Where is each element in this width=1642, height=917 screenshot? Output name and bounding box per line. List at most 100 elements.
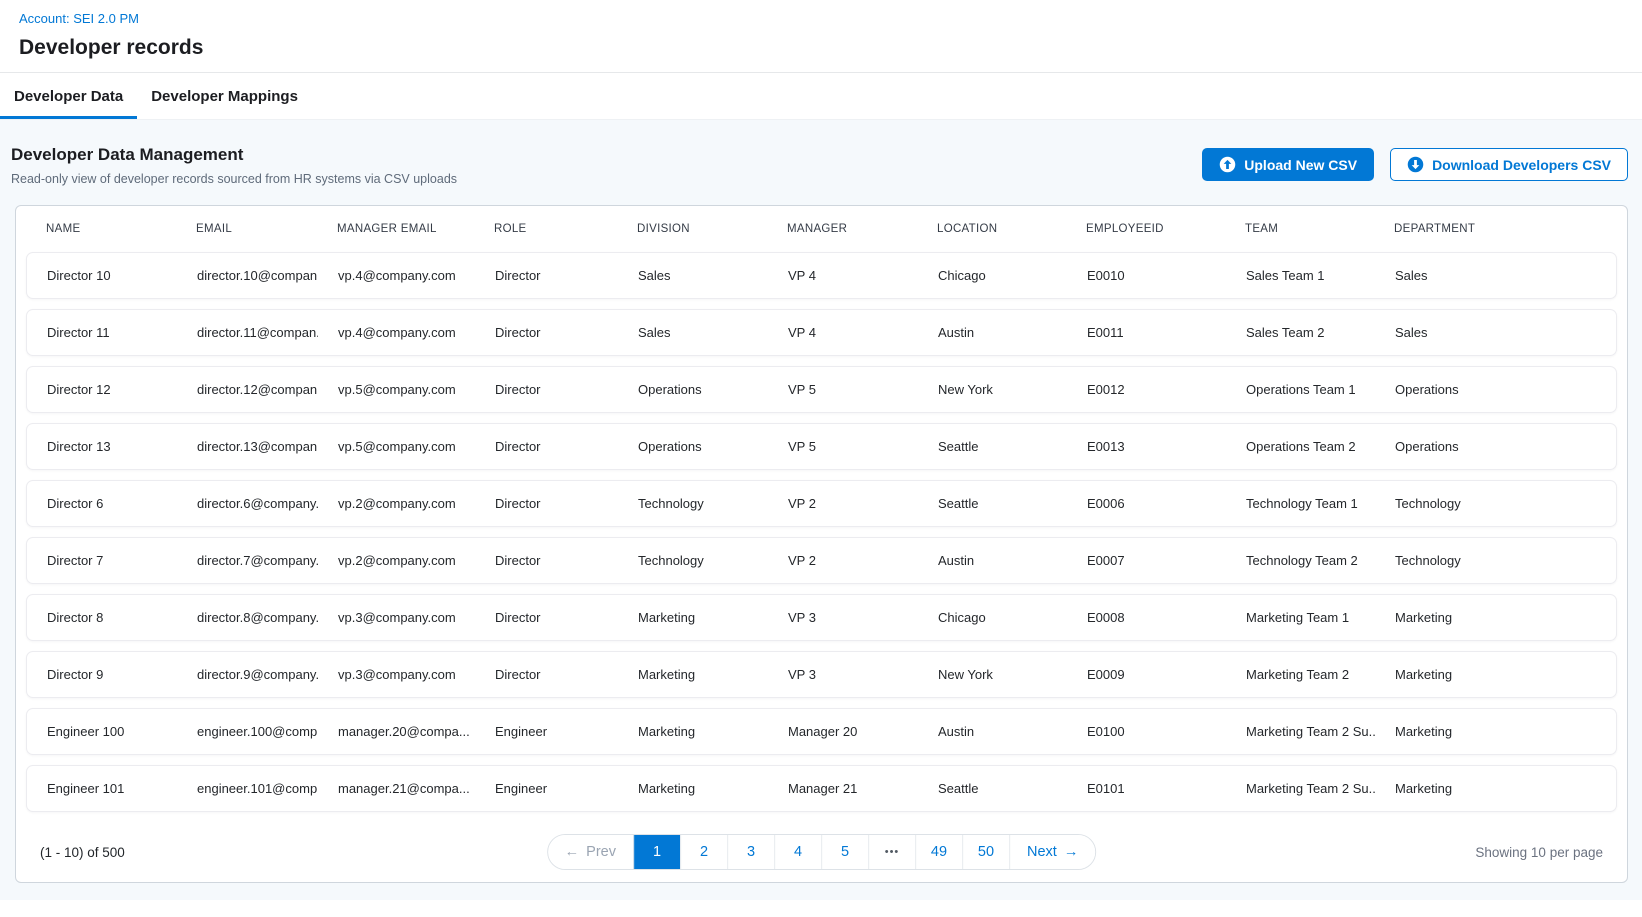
cell-email: director.6@company.... [177,496,318,511]
column-header-email: EMAIL [176,223,317,235]
cell-department: Technology [1375,553,1616,568]
cell-role: Director [475,268,618,283]
per-page-text: Showing 10 per page [1475,845,1603,860]
cell-role: Director [475,496,618,511]
cell-manager-email: vp.3@company.com [318,667,475,682]
prev-page-button[interactable]: ← Prev [548,835,633,869]
cell-department: Sales [1375,268,1616,283]
download-icon [1407,156,1424,173]
cell-employeeid: E0010 [1067,268,1226,283]
cell-manager-email: vp.5@company.com [318,439,475,454]
cell-department: Operations [1375,382,1616,397]
cell-location: New York [918,667,1067,682]
cell-role: Director [475,667,618,682]
cell-division: Operations [618,382,768,397]
column-header-name: NAME [26,223,176,235]
cell-team: Marketing Team 1 [1226,610,1375,625]
table-body: Director 10director.10@compan...vp.4@com… [26,252,1617,812]
table-row: Engineer 101engineer.101@comp...manager.… [26,765,1617,812]
cell-division: Sales [618,268,768,283]
cell-role: Director [475,439,618,454]
cell-name: Director 11 [27,325,177,340]
cell-manager: Manager 21 [768,781,918,796]
cell-manager-email: vp.3@company.com [318,610,475,625]
cell-location: New York [918,382,1067,397]
page-button-4[interactable]: 4 [774,835,821,869]
cell-location: Seattle [918,439,1067,454]
cell-employeeid: E0007 [1067,553,1226,568]
cell-employeeid: E0009 [1067,667,1226,682]
download-developers-csv-button[interactable]: Download Developers CSV [1390,148,1628,181]
cell-role: Engineer [475,781,618,796]
cell-email: engineer.101@comp... [177,781,318,796]
table-row: Director 13director.13@compan...vp.5@com… [26,423,1617,470]
pagination: ← Prev 12345•••4950 Next → [547,834,1097,870]
prev-label: Prev [586,844,616,860]
cell-email: director.7@company.... [177,553,318,568]
column-header-role: ROLE [474,223,617,235]
page-button-49[interactable]: 49 [915,835,962,869]
cell-team: Technology Team 1 [1226,496,1375,511]
upload-button-label: Upload New CSV [1244,157,1357,173]
cell-manager: VP 4 [768,325,918,340]
cell-name: Director 8 [27,610,177,625]
page-button-3[interactable]: 3 [727,835,774,869]
cell-name: Engineer 101 [27,781,177,796]
cell-location: Austin [918,553,1067,568]
table-row: Director 6director.6@company....vp.2@com… [26,480,1617,527]
cell-team: Marketing Team 2 Su... [1226,781,1375,796]
table-row: Engineer 100engineer.100@comp...manager.… [26,708,1617,755]
cell-department: Operations [1375,439,1616,454]
cell-employeeid: E0006 [1067,496,1226,511]
cell-department: Marketing [1375,667,1616,682]
cell-manager-email: manager.21@compa... [318,781,475,796]
cell-manager-email: vp.5@company.com [318,382,475,397]
csv-actions: Upload New CSV Download Developers CSV [1202,145,1628,181]
account-breadcrumb-link[interactable]: Account: SEI 2.0 PM [19,11,139,26]
column-header-location: LOCATION [917,223,1066,235]
page-button-2[interactable]: 2 [680,835,727,869]
cell-name: Director 12 [27,382,177,397]
cell-manager-email: manager.20@compa... [318,724,475,739]
page-title: Developer records [19,36,1642,60]
cell-email: director.9@company.... [177,667,318,682]
next-page-button[interactable]: Next → [1009,835,1095,869]
cell-manager-email: vp.4@company.com [318,325,475,340]
table-header-row: NAMEEMAILMANAGER EMAILROLEDIVISIONMANAGE… [26,206,1617,252]
section-titles: Developer Data Management Read-only view… [11,145,457,186]
cell-email: director.10@compan... [177,268,318,283]
page-button-50[interactable]: 50 [962,835,1009,869]
cell-department: Marketing [1375,610,1616,625]
cell-team: Marketing Team 2 [1226,667,1375,682]
table-row: Director 8director.8@company....vp.3@com… [26,594,1617,641]
cell-department: Technology [1375,496,1616,511]
column-header-division: DIVISION [617,223,767,235]
arrow-right-icon: → [1064,844,1079,860]
page-button-1[interactable]: 1 [633,835,680,869]
cell-division: Sales [618,325,768,340]
tab-developer-data[interactable]: Developer Data [0,73,137,119]
cell-division: Technology [618,553,768,568]
cell-department: Marketing [1375,781,1616,796]
cell-manager: VP 5 [768,382,918,397]
cell-division: Technology [618,496,768,511]
table-row: Director 10director.10@compan...vp.4@com… [26,252,1617,299]
column-header-employeeid: EMPLOYEEID [1066,223,1225,235]
cell-manager: VP 2 [768,496,918,511]
cell-manager: VP 5 [768,439,918,454]
cell-email: director.12@compan... [177,382,318,397]
upload-new-csv-button[interactable]: Upload New CSV [1202,148,1374,181]
tab-developer-mappings[interactable]: Developer Mappings [137,73,312,119]
arrow-left-icon: ← [565,844,580,860]
cell-employeeid: E0013 [1067,439,1226,454]
cell-manager: VP 3 [768,610,918,625]
cell-location: Austin [918,325,1067,340]
table-row: Director 12director.12@compan...vp.5@com… [26,366,1617,413]
section-title: Developer Data Management [11,145,457,165]
cell-manager: VP 3 [768,667,918,682]
cell-team: Marketing Team 2 Su... [1226,724,1375,739]
page-button-5[interactable]: 5 [821,835,868,869]
column-header-manager-email: MANAGER EMAIL [317,223,474,235]
cell-division: Marketing [618,610,768,625]
cell-manager: VP 4 [768,268,918,283]
